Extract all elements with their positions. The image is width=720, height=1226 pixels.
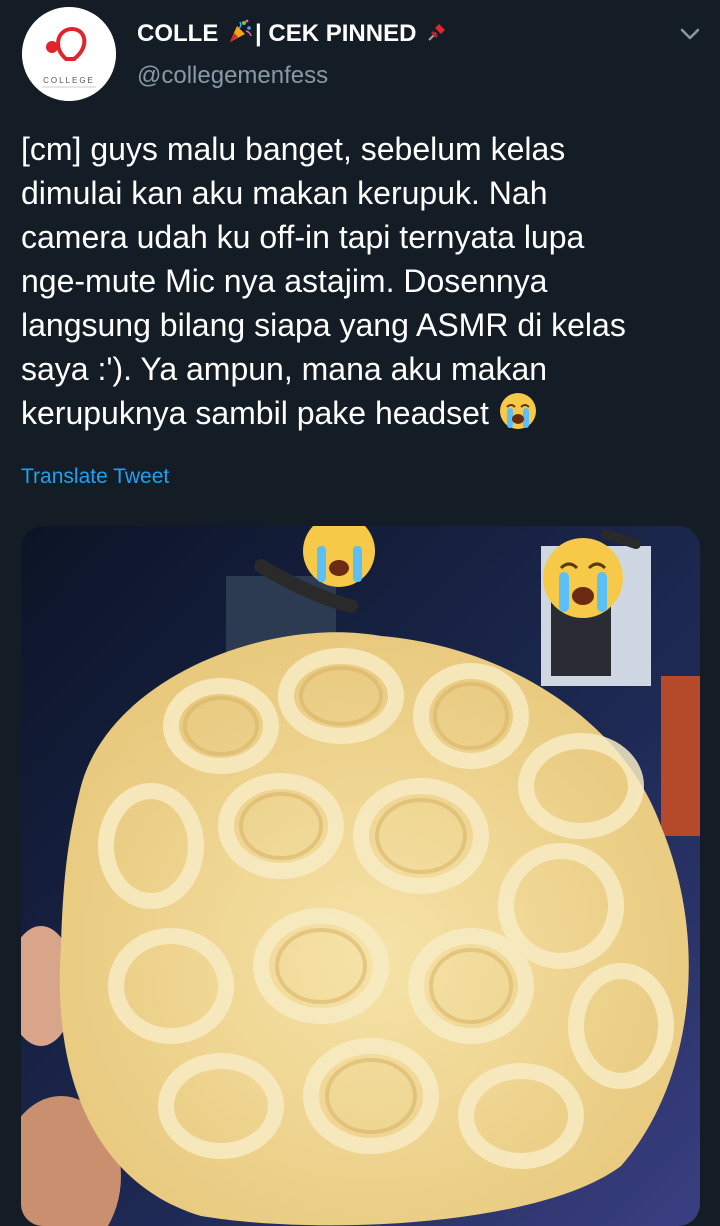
- display-name-part2: | CEK PINNED: [255, 20, 417, 47]
- display-name-part1: COLLE: [137, 20, 219, 47]
- college-logo-icon: COLLEGE: [22, 7, 116, 101]
- tweet-line-last: kerupuknya sambil pake headset: [21, 391, 711, 435]
- tweet-line-last-text: kerupuknya sambil pake headset: [21, 395, 489, 431]
- tweet-text: [cm] guys malu banget, sebelum kelas dim…: [21, 127, 711, 435]
- tweet-photo[interactable]: [21, 526, 700, 1226]
- pushpin-icon: [425, 20, 449, 51]
- chevron-down-icon[interactable]: [676, 20, 704, 48]
- display-name[interactable]: COLLE | CEK PINNED: [137, 18, 451, 51]
- kerupuk-photo: [21, 526, 700, 1226]
- tweet-line: langsung bilang siapa yang ASMR di kelas: [21, 307, 626, 343]
- loudly-crying-face-icon: [498, 391, 538, 431]
- crying-sticker-icon-2: [543, 538, 623, 618]
- tweet-line: camera udah ku off-in tapi ternyata lupa: [21, 219, 585, 255]
- avatar[interactable]: COLLEGE: [22, 7, 116, 101]
- tweet-line: [cm] guys malu banget, sebelum kelas: [21, 131, 566, 167]
- party-popper-icon: [227, 18, 253, 51]
- tweet-line: saya :'). Ya ampun, mana aku makan: [21, 351, 548, 387]
- translate-tweet-link[interactable]: Translate Tweet: [21, 465, 169, 489]
- account-handle[interactable]: @collegemenfess: [137, 62, 328, 90]
- avatar-text: COLLEGE: [43, 76, 95, 85]
- tweet[interactable]: COLLEGE COLLE | CEK PINNED @collegemenfe…: [0, 0, 720, 1226]
- tweet-line: dimulai kan aku makan kerupuk. Nah: [21, 175, 548, 211]
- tweet-line: nge-mute Mic nya astajim. Dosennya: [21, 263, 548, 299]
